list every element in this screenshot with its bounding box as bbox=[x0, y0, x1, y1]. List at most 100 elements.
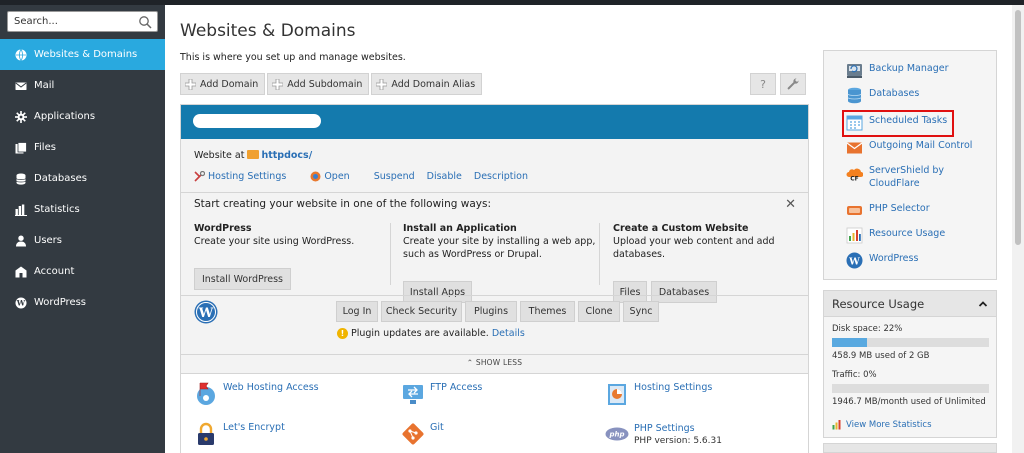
search-icon[interactable] bbox=[138, 15, 152, 29]
ftp-access-tool[interactable]: FTP Access bbox=[401, 382, 482, 406]
web-hosting-access-tool[interactable]: Web Hosting Access bbox=[194, 382, 319, 406]
disk-space-label: Disk space: 22% bbox=[832, 324, 903, 334]
wp-check-security-button[interactable]: Check Security bbox=[381, 301, 462, 322]
bar-chart-icon bbox=[15, 204, 27, 216]
tools-icon bbox=[194, 171, 205, 182]
search-box[interactable] bbox=[7, 11, 158, 32]
custom-website-desc: databases. bbox=[613, 249, 666, 260]
sidebar-item-websites-domains[interactable]: Websites & Domains bbox=[0, 39, 165, 70]
disk-space-bar bbox=[832, 338, 989, 347]
cloudflare-icon: CF bbox=[846, 168, 863, 182]
wp-themes-button[interactable]: Themes bbox=[520, 301, 575, 322]
wp-clone-button[interactable]: Clone bbox=[578, 301, 620, 322]
httpdocs-link[interactable]: httpdocs/ bbox=[261, 150, 312, 161]
column-divider bbox=[390, 223, 391, 285]
sidebar-item-databases[interactable]: Databases bbox=[0, 163, 165, 194]
plus-icon bbox=[376, 78, 388, 90]
application-option-heading: Install an Application bbox=[403, 223, 517, 234]
web-hosting-access-icon bbox=[197, 382, 215, 405]
svg-text:W: W bbox=[848, 256, 860, 267]
sidebar-item-label: Account bbox=[34, 266, 75, 277]
application-option-desc: Create your site by installing a web app… bbox=[403, 236, 596, 247]
resource-usage-panel: Resource Usage Disk space: 22% 458.9 MB … bbox=[823, 290, 997, 438]
show-less-toggle[interactable]: ⌃ SHOW LESS bbox=[181, 354, 808, 371]
folder-icon bbox=[247, 150, 260, 159]
sidebar-item-applications[interactable]: Applications bbox=[0, 101, 165, 132]
wp-plugins-button[interactable]: Plugins bbox=[465, 301, 517, 322]
sidebar-item-account[interactable]: Account bbox=[0, 256, 165, 287]
add-subdomain-label: Add Subdomain bbox=[287, 78, 363, 90]
wp-login-button[interactable]: Log In bbox=[336, 301, 378, 322]
suspend-link[interactable]: Suspend bbox=[374, 171, 415, 182]
domain-name[interactable] bbox=[193, 114, 321, 128]
start-title: Start creating your website in one of th… bbox=[194, 198, 491, 210]
page-scrollbar[interactable] bbox=[1012, 5, 1024, 453]
open-link[interactable]: Open bbox=[310, 171, 361, 182]
php-settings-label: PHP Settings bbox=[634, 423, 695, 434]
help-button[interactable]: ? bbox=[750, 73, 776, 95]
scrollbar-thumb[interactable] bbox=[1015, 10, 1021, 245]
sidebar-item-label: Files bbox=[34, 142, 56, 153]
application-option: Install an Application Create your site … bbox=[403, 222, 595, 261]
custom-website-option: Create a Custom Website Upload your web … bbox=[613, 222, 775, 261]
settings-button[interactable] bbox=[780, 73, 806, 95]
wordpress-site-name bbox=[223, 308, 333, 314]
git-icon bbox=[402, 423, 424, 445]
view-more-statistics-link[interactable]: View More Statistics bbox=[832, 419, 932, 430]
sidebar-item-statistics[interactable]: Statistics bbox=[0, 194, 165, 225]
search-input[interactable] bbox=[8, 12, 128, 31]
hosting-settings-link[interactable]: Hosting Settings bbox=[194, 171, 298, 182]
sidebar-item-users[interactable]: Users bbox=[0, 225, 165, 256]
sidebar-item-files[interactable]: Files bbox=[0, 132, 165, 163]
php-icon: php bbox=[605, 427, 629, 441]
servershield-label: ServerShield by bbox=[869, 165, 945, 176]
wp-sync-button[interactable]: Sync bbox=[623, 301, 659, 322]
sidebar-item-wordpress[interactable]: W WordPress bbox=[0, 287, 165, 318]
resource-usage-header[interactable]: Resource Usage bbox=[824, 291, 996, 317]
scheduled-tasks-link[interactable]: Scheduled Tasks bbox=[846, 114, 947, 131]
servershield-text: ServerShield by CloudFlare bbox=[869, 164, 944, 190]
chevron-up-icon[interactable] bbox=[978, 299, 988, 309]
lets-encrypt-label: Let's Encrypt bbox=[223, 422, 285, 433]
add-subdomain-button[interactable]: Add Subdomain bbox=[267, 73, 370, 95]
details-link[interactable]: Details bbox=[492, 328, 525, 339]
backup-icon bbox=[847, 64, 862, 78]
show-less-label: SHOW LESS bbox=[475, 358, 523, 367]
resource-usage-title: Resource Usage bbox=[832, 296, 925, 311]
add-domain-button[interactable]: Add Domain bbox=[180, 73, 266, 95]
servershield-label-2: CloudFlare bbox=[869, 178, 920, 189]
databases-link[interactable]: Databases bbox=[846, 87, 919, 104]
close-icon[interactable]: ✕ bbox=[785, 197, 796, 212]
plugin-update-text: Plugin updates are available. bbox=[351, 328, 489, 339]
php-selector-link[interactable]: PHP Selector bbox=[846, 202, 930, 219]
wordpress-option-desc: Create your site using WordPress. bbox=[194, 236, 355, 247]
backup-manager-link[interactable]: Backup Manager bbox=[846, 62, 948, 79]
wordpress-link[interactable]: W WordPress bbox=[846, 252, 918, 269]
description-link[interactable]: Description bbox=[474, 171, 528, 182]
disk-space-detail: 458.9 MB used of 2 GB bbox=[832, 351, 930, 361]
user-icon bbox=[15, 235, 27, 247]
svg-text:CF: CF bbox=[850, 176, 859, 182]
install-wordpress-button[interactable]: Install WordPress bbox=[194, 268, 291, 290]
sidebar-item-mail[interactable]: Mail bbox=[0, 70, 165, 101]
application-option-desc: such as WordPress or Drupal. bbox=[403, 249, 542, 260]
sidebar-item-label: Databases bbox=[34, 173, 87, 184]
git-tool[interactable]: Git bbox=[401, 422, 444, 446]
traffic-label: Traffic: 0% bbox=[832, 370, 877, 380]
browser-icon bbox=[310, 171, 321, 182]
resource-usage-link[interactable]: Resource Usage bbox=[846, 227, 945, 244]
help-icon: ? bbox=[760, 77, 766, 91]
servershield-link[interactable]: CF ServerShield by CloudFlare bbox=[846, 164, 944, 190]
web-hosting-access-label: Web Hosting Access bbox=[223, 382, 319, 393]
tools-grid: Web Hosting Access FTP Access Hosting Se… bbox=[181, 373, 808, 453]
php-settings-tool[interactable]: php PHP Settings PHP version: 5.6.31 bbox=[605, 422, 722, 448]
outgoing-mail-control-link[interactable]: Outgoing Mail Control bbox=[846, 139, 972, 156]
add-domain-alias-button[interactable]: Add Domain Alias bbox=[371, 73, 483, 95]
database-icon bbox=[15, 173, 27, 185]
disable-link[interactable]: Disable bbox=[427, 171, 462, 182]
start-creating-box: Start creating your website in one of th… bbox=[181, 192, 808, 303]
lets-encrypt-tool[interactable]: Let's Encrypt bbox=[194, 422, 285, 446]
hosting-settings-tool[interactable]: Hosting Settings bbox=[605, 382, 712, 406]
php-selector-icon bbox=[847, 206, 862, 215]
disk-space-fill bbox=[832, 338, 867, 347]
